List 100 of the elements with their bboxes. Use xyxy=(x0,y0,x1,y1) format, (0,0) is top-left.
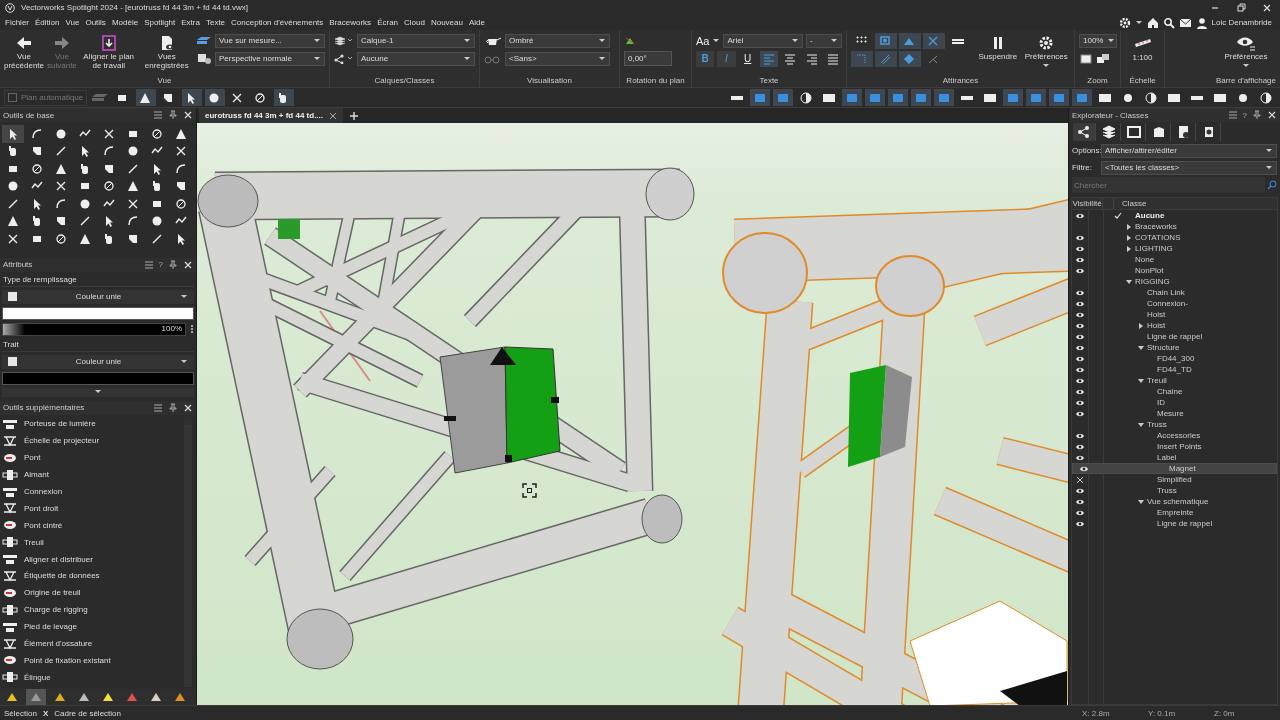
menu-item[interactable]: Vue xyxy=(64,18,81,27)
tree-row[interactable]: COTATIONS xyxy=(1072,232,1277,243)
tree-row[interactable]: Accessories xyxy=(1072,430,1277,441)
column-header[interactable]: Classe xyxy=(1114,199,1147,208)
help-icon[interactable]: ? xyxy=(158,260,163,269)
tree-row[interactable]: Structure xyxy=(1072,342,1277,353)
document-tab[interactable]: eurotruss fd 44 3m + fd 44 td.... xyxy=(199,108,344,123)
tool-list-item[interactable]: Étiquette de données xyxy=(2,567,182,585)
tool-list-item[interactable]: Aligner et distribuer xyxy=(2,550,182,568)
tree-row[interactable]: Ligne de rappel xyxy=(1072,331,1277,342)
menu-item[interactable]: Cloud xyxy=(403,18,426,27)
view-button[interactable]: Aligner le plan de travail xyxy=(79,33,138,72)
panel-title: Attributs xyxy=(3,260,33,269)
class-select[interactable]: Aucune xyxy=(357,51,475,66)
tool-list-item[interactable]: Élément d'ossature xyxy=(2,635,182,652)
menu-item[interactable]: Spotlight xyxy=(143,18,177,27)
menu-item[interactable]: Édition xyxy=(34,18,61,27)
menu-item[interactable]: Aide xyxy=(467,18,486,27)
suspend-button[interactable]: Suspendre xyxy=(975,33,1021,63)
tree-row[interactable]: Truss xyxy=(1072,419,1277,430)
tool-list-item[interactable]: Élingue xyxy=(2,668,182,686)
tool-list-item[interactable]: Porteuse de lumière xyxy=(2,415,182,433)
panel-title: Outils supplémentaires xyxy=(3,403,85,412)
projection-select[interactable]: Perspective normale xyxy=(215,51,325,66)
fill-type-select[interactable]: Couleur unie xyxy=(2,289,194,304)
tree-row[interactable]: Simplified xyxy=(1072,474,1277,485)
tool-list-item[interactable]: Point de fixation existant xyxy=(2,651,182,669)
group-label: Zoom xyxy=(1086,75,1109,87)
tree-row[interactable]: Aucune xyxy=(1072,210,1277,221)
tool-list-item[interactable]: Connexion xyxy=(2,483,182,500)
tree-row[interactable]: Label xyxy=(1072,452,1277,463)
tree-row[interactable]: NonPlot xyxy=(1072,265,1277,276)
menu-item[interactable]: Texte xyxy=(204,18,227,27)
column-header[interactable]: Visibilité xyxy=(1072,199,1102,208)
font-select[interactable]: Ariel xyxy=(723,33,804,48)
tree-row[interactable]: Truss xyxy=(1072,485,1277,496)
tool-list-item[interactable]: Pont xyxy=(2,449,182,467)
window-title: Vectorworks Spotlight 2024 - [eurotruss fd 44 3m + fd 44 td.vwx] xyxy=(21,3,248,12)
tool-list-item[interactable]: Pied de levage xyxy=(2,618,182,636)
filter-select[interactable]: <Toutes les classes> xyxy=(1101,160,1277,175)
tree-row[interactable]: Mesure xyxy=(1072,408,1277,419)
opacity-field[interactable]: 100% xyxy=(2,322,186,336)
tree-row[interactable]: Braceworks xyxy=(1072,221,1277,232)
tool-list-item[interactable]: Aimant xyxy=(2,466,182,484)
text-style-button[interactable]: U xyxy=(738,50,757,67)
tool-list-item[interactable]: Treuil xyxy=(2,533,182,551)
preferences-button[interactable]: Préférences xyxy=(1022,33,1070,71)
tool-list-item[interactable]: Charge de rigging xyxy=(2,601,182,619)
menu-item[interactable]: Braceworks xyxy=(328,18,373,27)
tool-list-item[interactable]: Échelle de projecteur xyxy=(2,432,182,450)
text-style-button[interactable]: I xyxy=(717,50,736,67)
menu-item[interactable]: Outils xyxy=(84,18,107,27)
user-name[interactable]: Loic Denambride xyxy=(1211,18,1272,27)
tree-row[interactable]: Hoist xyxy=(1072,320,1277,331)
lighting-select[interactable]: <Sans> xyxy=(505,51,610,66)
tool-list-item[interactable]: Pont droit xyxy=(2,499,182,517)
font-glyph[interactable]: Aa xyxy=(696,34,710,47)
options-select[interactable]: Afficher/attirer/éditer xyxy=(1101,143,1277,158)
menu-item[interactable]: Conception d'événements xyxy=(230,18,325,27)
tree-row[interactable]: LIGHTING xyxy=(1072,243,1277,254)
menu-item[interactable]: Fichier xyxy=(4,18,30,27)
tree-row[interactable]: FD44_TD xyxy=(1072,364,1277,375)
menu-item[interactable]: Modèle xyxy=(110,18,140,27)
group-label: Échelle xyxy=(1128,75,1157,87)
group-label: Barre d'affichage xyxy=(1214,75,1276,87)
zoom-select[interactable]: 100% xyxy=(1079,33,1117,48)
fill-type-label: Couleur unie xyxy=(74,292,123,301)
preferences-button[interactable]: Préférences xyxy=(1216,33,1276,71)
layer-select[interactable]: Calque-1 xyxy=(357,33,475,48)
tree-row[interactable]: Empreinte xyxy=(1072,507,1277,518)
view-button[interactable]: Vue précédente xyxy=(4,33,44,72)
menu-item[interactable]: Nouveau xyxy=(429,18,464,27)
tree-row[interactable]: Connexion- xyxy=(1072,298,1277,309)
menu-item[interactable]: Écran xyxy=(376,18,400,27)
tree-row[interactable]: Chaine xyxy=(1072,386,1277,397)
view-button[interactable]: Vues enregistrées xyxy=(139,33,194,72)
scale-value[interactable]: 1:100 xyxy=(1132,53,1153,62)
tree-row[interactable]: None xyxy=(1072,254,1277,265)
tree-row[interactable]: Treuil xyxy=(1072,375,1277,386)
text-style-button[interactable]: B xyxy=(696,50,715,67)
view-select[interactable]: Vue sur mesure... xyxy=(215,33,325,48)
tree-row[interactable]: ID xyxy=(1072,397,1277,408)
menu-item[interactable]: Extra xyxy=(180,18,201,27)
tree-row[interactable]: Insert Points xyxy=(1072,441,1277,452)
help-icon[interactable]: ? xyxy=(1242,110,1247,120)
rotation-field[interactable]: 0,00° xyxy=(624,51,672,66)
tool-list-item[interactable]: Origine de treuil xyxy=(2,584,182,602)
tree-row[interactable]: RIGGING xyxy=(1072,276,1277,287)
status-text: X xyxy=(42,708,49,718)
stroke-type-label: Couleur unie xyxy=(74,357,123,366)
stroke-type-select[interactable]: Couleur unie xyxy=(2,354,194,369)
tool-list-item[interactable]: Pont cintré xyxy=(2,516,182,534)
tree-row[interactable]: Chain Link xyxy=(1072,287,1277,298)
tree-row[interactable]: FD44_300 xyxy=(1072,353,1277,364)
tree-row[interactable]: Ligne de rappel xyxy=(1072,518,1277,529)
tree-row[interactable]: Magnet xyxy=(1072,463,1277,474)
render-mode-select[interactable]: Ombré xyxy=(505,33,610,48)
tree-row[interactable]: Hoist xyxy=(1072,309,1277,320)
tree-row[interactable]: Vue schematique xyxy=(1072,496,1277,507)
size-select[interactable]: - xyxy=(806,33,842,48)
